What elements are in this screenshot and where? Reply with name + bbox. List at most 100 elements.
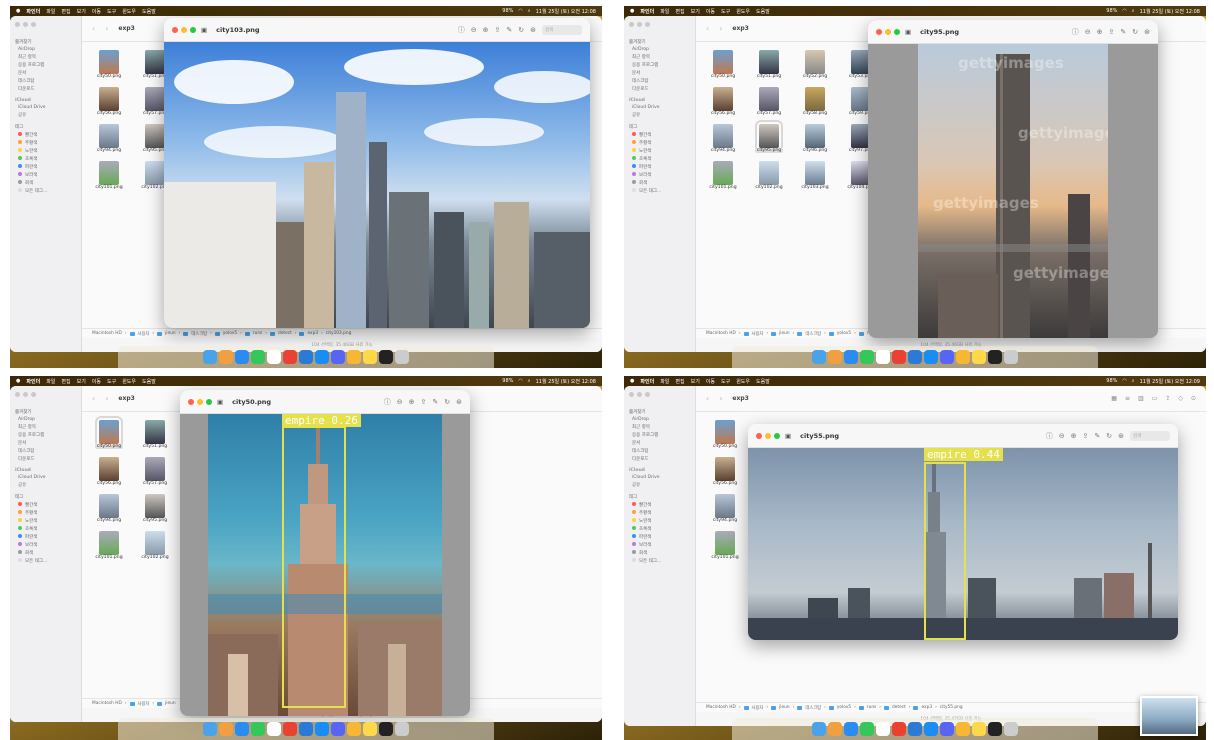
stickies-icon[interactable] xyxy=(972,722,986,736)
file-item[interactable]: city57.png xyxy=(752,87,786,116)
file-item[interactable]: city101.png xyxy=(92,531,126,560)
back-icon[interactable]: ‹ xyxy=(92,24,95,33)
sidebar-tag-yellow[interactable]: 노란색 xyxy=(18,518,76,524)
sidebar-tag-gray[interactable]: 회색 xyxy=(632,180,690,186)
trash-icon[interactable] xyxy=(395,722,409,736)
discord-icon[interactable] xyxy=(331,722,345,736)
safari-icon[interactable] xyxy=(844,350,858,364)
clock[interactable]: 11월 25일 (토) 오전 12:08 xyxy=(536,378,596,385)
menu-go[interactable]: 이동 xyxy=(92,8,101,15)
finder-icon[interactable] xyxy=(812,350,826,364)
finder-icon[interactable] xyxy=(812,722,826,736)
forward-icon[interactable]: › xyxy=(719,394,722,403)
forward-icon[interactable]: › xyxy=(719,24,722,33)
sidebar-tag-red[interactable]: 빨간색 xyxy=(632,132,690,138)
launchpad-icon[interactable] xyxy=(828,350,842,364)
file-item[interactable]: city102.png xyxy=(138,531,172,560)
sidebar-tag-purple[interactable]: 보라색 xyxy=(18,172,76,178)
sidebar-item-airdrop[interactable]: AirDrop xyxy=(632,47,690,52)
path-segment[interactable]: runs xyxy=(253,331,262,336)
zoom-out-icon[interactable]: ⊖ xyxy=(1059,432,1065,440)
zoom-in-icon[interactable]: ⊕ xyxy=(1071,432,1077,440)
path-segment[interactable]: exp3 xyxy=(307,331,318,336)
sidebar-tag-purple[interactable]: 보라색 xyxy=(18,542,76,548)
search-icon[interactable]: ⌕ xyxy=(1132,8,1135,14)
sidebar-tag-all[interactable]: 모든 태그... xyxy=(632,188,690,194)
wifi-icon[interactable]: ◠ xyxy=(518,378,522,384)
menu-file[interactable]: 파일 xyxy=(46,378,55,385)
menu-tools[interactable]: 도구 xyxy=(107,378,116,385)
sidebar-tag-blue[interactable]: 파란색 xyxy=(632,164,690,170)
zoom-in-icon[interactable]: ⊕ xyxy=(483,26,489,34)
search-input[interactable]: 검색 xyxy=(1130,430,1170,441)
path-segment[interactable]: 사용자 xyxy=(752,331,764,337)
back-icon[interactable]: ‹ xyxy=(706,24,709,33)
file-item[interactable]: city51.png xyxy=(138,420,172,449)
zoom-in-icon[interactable]: ⊕ xyxy=(1097,28,1103,36)
file-item[interactable]: city101.png xyxy=(706,161,740,190)
menu-finder[interactable]: 파인더 xyxy=(640,378,654,385)
menu-tools[interactable]: 도구 xyxy=(721,378,730,385)
path-segment[interactable]: Macintosh HD xyxy=(706,331,736,336)
path-segment[interactable]: 데스크탑 xyxy=(805,331,821,337)
sidebar-toggle-icon[interactable]: ▣ xyxy=(201,26,207,34)
discord-icon[interactable] xyxy=(331,350,345,364)
path-segment[interactable]: jieun xyxy=(779,331,789,336)
sidebar-item-applications[interactable]: 응용 프로그램 xyxy=(18,432,76,438)
sidebar-tag-red[interactable]: 빨간색 xyxy=(632,502,690,508)
menu-window[interactable]: 윈도우 xyxy=(122,8,136,15)
sidebar-item-downloads[interactable]: 다운로드 xyxy=(632,86,690,92)
sidebar-item-applications[interactable]: 응용 프로그램 xyxy=(18,62,76,68)
menu-view[interactable]: 보기 xyxy=(691,8,700,15)
sidebar-item-airdrop[interactable]: AirDrop xyxy=(18,47,76,52)
sidebar-tag-gray[interactable]: 회색 xyxy=(18,180,76,186)
more-icon[interactable]: ⊙ xyxy=(1191,395,1196,402)
terminal-icon[interactable] xyxy=(988,350,1002,364)
menu-finder[interactable]: 파인더 xyxy=(640,8,654,15)
annotate-icon[interactable]: ⊛ xyxy=(530,26,536,34)
sidebar-tag-red[interactable]: 빨간색 xyxy=(18,502,76,508)
menu-finder[interactable]: 파인더 xyxy=(26,378,40,385)
menu-view[interactable]: 보기 xyxy=(691,378,700,385)
apple-icon[interactable]: ● xyxy=(16,8,20,14)
menu-edit[interactable]: 편집 xyxy=(675,8,684,15)
file-item[interactable]: city94.png xyxy=(706,124,740,153)
path-segment[interactable]: exp3 xyxy=(921,705,932,710)
file-item[interactable]: city101.png xyxy=(708,531,742,560)
sidebar-toggle-icon[interactable]: ▣ xyxy=(217,398,223,406)
sidebar-toggle-icon[interactable]: ▣ xyxy=(785,432,791,440)
file-item[interactable]: city50.png xyxy=(92,50,126,79)
share-icon[interactable]: ⇪ xyxy=(495,26,501,34)
sidebar-item-recents[interactable]: 최근 항목 xyxy=(632,424,690,430)
sidebar-tag-orange[interactable]: 주황색 xyxy=(632,510,690,516)
search-icon[interactable]: ⌕ xyxy=(528,378,531,384)
vscode-icon[interactable] xyxy=(908,722,922,736)
messages-icon[interactable] xyxy=(860,350,874,364)
menu-go[interactable]: 이동 xyxy=(706,378,715,385)
path-segment[interactable]: jieun xyxy=(165,331,175,336)
apple-icon[interactable]: ● xyxy=(630,8,634,14)
trash-icon[interactable] xyxy=(1004,722,1018,736)
sidebar-tag-purple[interactable]: 보라색 xyxy=(632,172,690,178)
forward-icon[interactable]: › xyxy=(105,24,108,33)
launchpad-icon[interactable] xyxy=(219,722,233,736)
menu-tools[interactable]: 도구 xyxy=(721,8,730,15)
sidebar-tag-green[interactable]: 초록색 xyxy=(632,156,690,162)
stickies-icon[interactable] xyxy=(972,350,986,364)
notes-icon[interactable] xyxy=(876,722,890,736)
file-item[interactable]: city56.png xyxy=(708,457,742,486)
photos-icon[interactable] xyxy=(347,350,361,364)
share-icon[interactable]: ⇪ xyxy=(1109,28,1115,36)
path-segment[interactable]: yolov5 xyxy=(837,331,851,336)
sidebar-tag-green[interactable]: 초록색 xyxy=(18,526,76,532)
sidebar-tag-orange[interactable]: 주황색 xyxy=(18,510,76,516)
markup-icon[interactable]: ✎ xyxy=(432,398,438,406)
path-segment[interactable]: 데스크탑 xyxy=(805,705,821,711)
file-item-selected[interactable]: city95.png xyxy=(752,120,786,153)
path-file[interactable]: city55.png xyxy=(940,705,963,710)
vscode-icon[interactable] xyxy=(299,350,313,364)
sidebar-item-recents[interactable]: 최근 항목 xyxy=(18,424,76,430)
sidebar-tag-orange[interactable]: 주황색 xyxy=(632,140,690,146)
sidebar-item-applications[interactable]: 응용 프로그램 xyxy=(632,432,690,438)
sidebar-item-recents[interactable]: 최근 항목 xyxy=(18,54,76,60)
